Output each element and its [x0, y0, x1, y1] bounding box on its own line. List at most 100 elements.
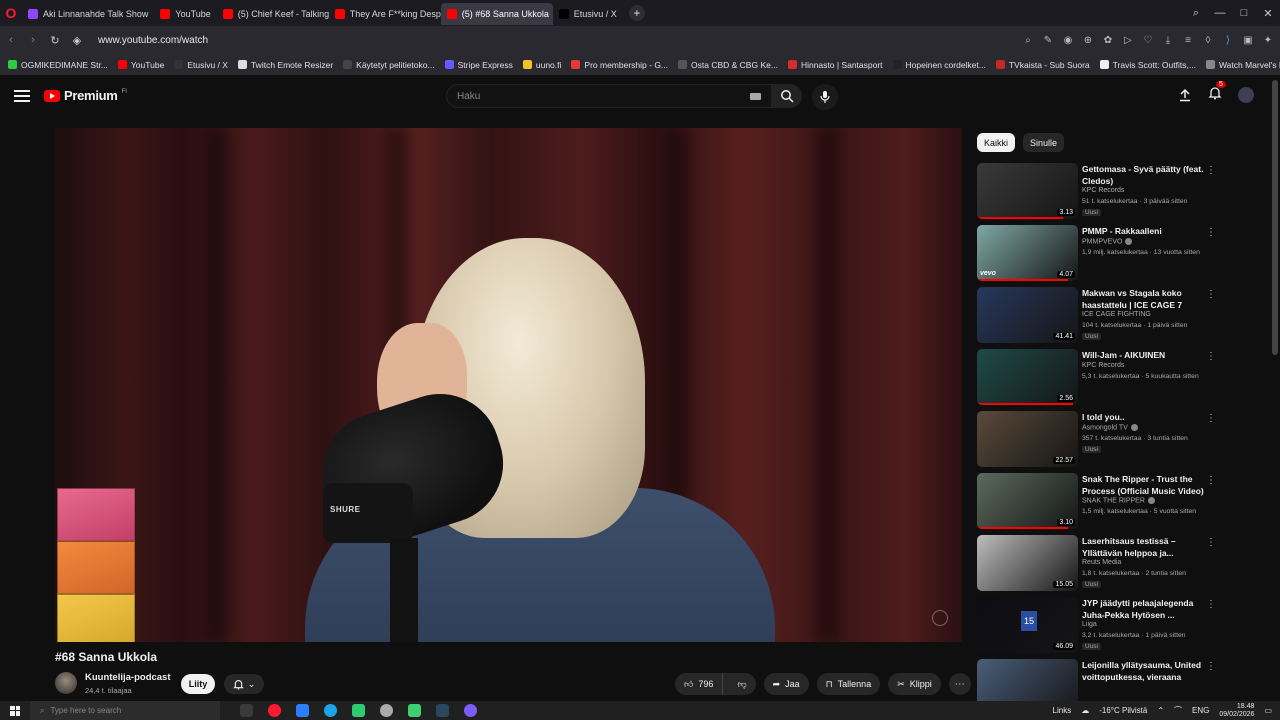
more-options-icon[interactable]: ⋮: [1206, 599, 1216, 610]
video-thumbnail[interactable]: 15.05: [977, 535, 1078, 591]
url-field[interactable]: www.youtube.com/watch: [98, 35, 208, 46]
clip-button[interactable]: ✂ Klippi: [888, 673, 941, 695]
video-thumbnail[interactable]: 22.57: [977, 411, 1078, 467]
browser-tab[interactable]: (5) #68 Sanna Ukkola✕: [440, 3, 553, 25]
close-button[interactable]: ✕: [1256, 7, 1280, 20]
recommended-channel-name[interactable]: KPC Records: [1082, 362, 1124, 369]
steam-icon[interactable]: [436, 704, 449, 717]
video-thumbnail[interactable]: 2.56: [977, 349, 1078, 405]
recommended-video[interactable]: 22.57 I told you.. Asmongold TV 357 t. kats…: [977, 411, 1222, 473]
like-button[interactable]: 👍︎ 796: [675, 673, 724, 695]
recommended-channel-name[interactable]: Asmongold TV: [1082, 424, 1138, 431]
more-options-icon[interactable]: ⋮: [1206, 413, 1216, 424]
filter-chip[interactable]: Kaikki: [977, 133, 1016, 152]
video-player[interactable]: SHURE: [55, 128, 962, 642]
recommended-channel-name[interactable]: PMMPVEVO: [1082, 238, 1133, 245]
filter-chip[interactable]: Sinulle: [1023, 133, 1065, 152]
back-icon[interactable]: ‹: [0, 34, 22, 46]
photoshop-icon[interactable]: [296, 704, 309, 717]
weather-text[interactable]: -16°C Pilvistä: [1099, 706, 1147, 715]
extensions-icon[interactable]: ✿: [1100, 35, 1116, 46]
app-icon[interactable]: [380, 704, 393, 717]
play-icon[interactable]: ▷: [1120, 35, 1136, 46]
keyboard-icon[interactable]: [750, 93, 761, 100]
taskbar-search[interactable]: ⌕ Type here to search: [30, 701, 220, 720]
network-icon[interactable]: ⌒: [1174, 705, 1182, 716]
recommended-video-title[interactable]: Will-Jam - AIKUINEN: [1082, 349, 1204, 361]
recommended-video[interactable]: 15 46.09 JYP jäädytti pelaajalegenda Juha-…: [977, 597, 1222, 659]
menu-icon[interactable]: ≡: [1180, 35, 1196, 46]
bookmark-item[interactable]: Stripe Express: [444, 60, 513, 70]
bookmark-item[interactable]: TVkaista - Sub Suora: [995, 60, 1090, 70]
notification-center-icon[interactable]: ▭: [1264, 706, 1272, 715]
channel-avatar[interactable]: [55, 672, 77, 694]
edit-icon[interactable]: ✎: [1040, 35, 1056, 46]
browser-search-icon[interactable]: ⌕: [1184, 7, 1208, 20]
recommended-video-title[interactable]: Leijonilla yllätysauma, United voittoput…: [1082, 659, 1204, 683]
vpn-icon[interactable]: ⊕: [1080, 35, 1096, 46]
sidebar-icon[interactable]: ▣: [1240, 35, 1256, 46]
upload-icon[interactable]: [1178, 88, 1192, 102]
recommended-video-title[interactable]: JYP jäädytti pelaajalegenda Juha-Pekka H…: [1082, 597, 1204, 621]
opera-icon[interactable]: O: [0, 0, 22, 26]
recommended-video[interactable]: 41.41 Makwan vs Stagala koko haastattelu …: [977, 287, 1222, 349]
more-options-icon[interactable]: ⋮: [1206, 227, 1216, 238]
recommended-video-title[interactable]: PMMP - Rakkaalleni: [1082, 225, 1204, 237]
guide-menu-icon[interactable]: [14, 88, 30, 104]
bookmark-item[interactable]: Twitch Emote Resizer: [237, 60, 333, 70]
notifications-button[interactable]: 5: [1208, 81, 1226, 103]
join-button[interactable]: Liity: [181, 674, 215, 694]
more-options-icon[interactable]: ⋮: [1206, 537, 1216, 548]
dislike-button[interactable]: 👎︎: [728, 673, 755, 695]
recommended-channel-name[interactable]: Liiga: [1082, 621, 1097, 628]
language-indicator[interactable]: ENG: [1192, 706, 1209, 715]
bookmark-item[interactable]: YouTube: [117, 60, 164, 70]
recommended-channel-name[interactable]: KPC Records: [1082, 187, 1124, 194]
recommended-video[interactable]: 15.05 Laserhitsaus testissä – Yllättävän …: [977, 535, 1222, 597]
search-page-icon[interactable]: ⌕: [1020, 35, 1036, 46]
start-button[interactable]: [0, 705, 30, 716]
extension-logo-icon[interactable]: ⟩: [1220, 35, 1236, 46]
search-button[interactable]: [772, 84, 802, 108]
edge-icon[interactable]: [324, 704, 337, 717]
page-scrollbar[interactable]: [1272, 80, 1278, 355]
recommended-video-title[interactable]: Makwan vs Stagala koko haastattelu | ICE…: [1082, 287, 1204, 311]
recommended-channel-name[interactable]: Reuts Media: [1082, 559, 1121, 566]
more-options-icon[interactable]: ⋮: [1206, 661, 1216, 672]
reload-icon[interactable]: ↻: [44, 34, 66, 47]
more-options-icon[interactable]: ⋮: [1206, 475, 1216, 486]
app-icon[interactable]: [464, 704, 477, 717]
maximize-button[interactable]: □: [1232, 7, 1256, 19]
recommended-video-title[interactable]: Laserhitsaus testissä – Yllättävän helpp…: [1082, 535, 1204, 559]
video-thumbnail[interactable]: 15 46.09: [977, 597, 1078, 653]
bookmark-item[interactable]: Osta CBD & CBG Ke...: [678, 60, 778, 70]
minimize-button[interactable]: —: [1208, 7, 1232, 19]
heart-icon[interactable]: ♡: [1140, 35, 1156, 46]
more-options-icon[interactable]: ⋮: [1206, 165, 1216, 176]
new-tab-button[interactable]: +: [628, 5, 645, 21]
save-button[interactable]: ⊓ Tallenna: [816, 673, 881, 695]
video-thumbnail[interactable]: 3.13: [977, 163, 1078, 219]
recommended-video-title[interactable]: I told you..: [1082, 411, 1204, 423]
recommended-video[interactable]: 3.13 Gettomasa - Syvä päätty (feat. Cledo…: [977, 163, 1222, 225]
recommended-video[interactable]: 3.10 Snak The Ripper - Trust the Process …: [977, 473, 1222, 535]
bookmark-item[interactable]: Hinnasto | Santasport: [787, 60, 883, 70]
video-thumbnail[interactable]: vevo 4.07: [977, 225, 1078, 281]
shield-icon[interactable]: ◈: [66, 34, 88, 47]
more-options-icon[interactable]: ⋮: [1206, 351, 1216, 362]
task-view-icon[interactable]: [240, 704, 253, 717]
browser-tab[interactable]: YouTube: [154, 3, 216, 25]
links-toolbar[interactable]: Links: [1053, 706, 1072, 715]
opera-taskbar-icon[interactable]: [268, 704, 281, 717]
recommended-video-title[interactable]: Snak The Ripper - Trust the Process (Off…: [1082, 473, 1204, 497]
browser-tab[interactable]: They Are F**king Desperat: [329, 3, 441, 25]
bookmark-item[interactable]: Travis Scott: Outfits,...: [1099, 60, 1196, 70]
video-thumbnail[interactable]: 41.41: [977, 287, 1078, 343]
recommended-video-title[interactable]: Gettomasa - Syvä päätty (feat. Cledos): [1082, 163, 1204, 187]
youtube-premium-logo[interactable]: Premium FI: [44, 88, 127, 103]
wallet-icon[interactable]: ◊: [1200, 35, 1216, 46]
recommended-channel-name[interactable]: ICE CAGE FIGHTING: [1082, 311, 1151, 318]
download-icon[interactable]: ⤓: [1160, 35, 1176, 46]
channel-watermark-icon[interactable]: [932, 610, 948, 626]
recommended-video[interactable]: vevo 4.07 PMMP - Rakkaalleni PMMPVEVO 1,9 mi…: [977, 225, 1222, 287]
